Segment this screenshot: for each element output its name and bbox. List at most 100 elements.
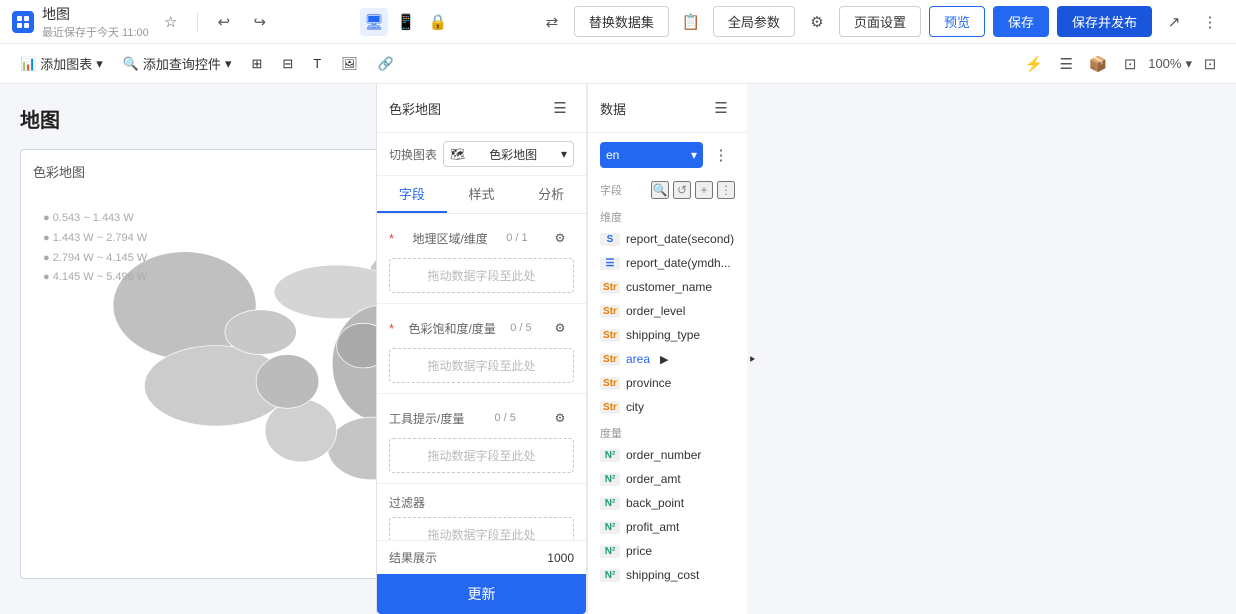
- tooltip-settings-button[interactable]: ⚙: [546, 404, 574, 432]
- dimension-field-3[interactable]: Str order_level: [588, 299, 747, 323]
- dimension-field-4[interactable]: Strshipping_type: [588, 323, 747, 347]
- top-bar-right: ⇄ 替换数据集 📋 全局参数 ⚙ 页面设置 预览 保存 保存并发布 ↗ ⋮: [538, 6, 1224, 37]
- page-settings-button[interactable]: 页面设置: [839, 6, 921, 37]
- redo-button[interactable]: ↪: [246, 8, 274, 36]
- field-name: order_level: [626, 304, 685, 318]
- config-more-button[interactable]: ☰: [546, 94, 574, 122]
- field-type-badge: Str: [600, 377, 620, 390]
- data-button[interactable]: 📦: [1084, 50, 1112, 78]
- dimension-field-1[interactable]: ☰ report_date(ymdh...: [588, 251, 747, 275]
- data-source-row: en ▾ ⋮: [588, 133, 747, 177]
- data-panel: 数据 ☰ en ▾ ⋮ 字段 🔍 ↺ + ⋮ 维度: [587, 84, 747, 614]
- dimension-field-0[interactable]: Sreport_date(second): [588, 227, 747, 251]
- field-type-badge: Str: [600, 305, 620, 318]
- tooltip-label: 工具提示/度量: [389, 410, 464, 427]
- more-button[interactable]: ⋮: [1196, 8, 1224, 36]
- dimension-field-7[interactable]: Strcity: [588, 395, 747, 419]
- fields-label: 字段: [600, 182, 622, 198]
- measure-field-4[interactable]: N²price: [588, 539, 747, 563]
- global-params-icon[interactable]: 📋: [677, 8, 705, 36]
- color-header: * 色彩饱和度/度量 0 / 5 ⚙: [389, 314, 574, 342]
- star-button[interactable]: ☆: [157, 8, 185, 36]
- tab-analysis[interactable]: 分析: [516, 176, 586, 213]
- save-button[interactable]: 保存: [993, 6, 1049, 37]
- legend-item-1: ● 0.543 ~ 1.443 W: [43, 209, 147, 229]
- search-fields-button[interactable]: 🔍: [651, 181, 669, 199]
- publish-button[interactable]: 保存并发布: [1057, 6, 1152, 37]
- tooltip-count: 0 / 5: [494, 412, 515, 424]
- data-panel-more-button[interactable]: ☰: [707, 94, 735, 122]
- mobile-view-button[interactable]: 📱: [392, 8, 420, 36]
- chevron-zoom: ▾: [1185, 56, 1192, 72]
- grid-button[interactable]: ⊞: [243, 52, 270, 76]
- refresh-fields-button[interactable]: ↺: [673, 181, 691, 199]
- color-drop-zone[interactable]: 拖动数据字段至此处: [389, 348, 574, 383]
- layout-button[interactable]: ⊟: [274, 52, 301, 76]
- add-query-button[interactable]: 🔍 添加查询控件 ▾: [115, 50, 240, 77]
- export-button[interactable]: ↗: [1160, 8, 1188, 36]
- data-source-select[interactable]: en ▾: [600, 142, 703, 168]
- measure-field-5[interactable]: N²shipping_cost: [588, 563, 747, 587]
- replace-data-text-button[interactable]: 替换数据集: [574, 6, 669, 37]
- page-settings-icon[interactable]: ⚙: [803, 8, 831, 36]
- field-name: report_date(ymdh...: [626, 256, 731, 270]
- chart-container[interactable]: 色彩地图: [20, 149, 376, 579]
- global-params-button[interactable]: 全局参数: [713, 6, 795, 37]
- link-button[interactable]: 🔗: [370, 52, 402, 76]
- filter-button[interactable]: ⊡: [1116, 50, 1144, 78]
- text-button[interactable]: T: [305, 52, 329, 75]
- map-legend: ● 0.543 ~ 1.443 W ● 1.443 W ~ 2.794 W ● …: [43, 209, 147, 288]
- geo-label: 地理区域/维度: [412, 230, 487, 247]
- add-chart-label: 添加图表: [40, 54, 92, 73]
- filter-header: 过滤器: [389, 494, 574, 511]
- dimension-field-6[interactable]: Strprovince: [588, 371, 747, 395]
- add-field-button[interactable]: +: [695, 181, 713, 199]
- undo-button[interactable]: ↩: [210, 8, 238, 36]
- lock-button[interactable]: 🔒: [424, 8, 452, 36]
- measure-field-2[interactable]: N²back_point: [588, 491, 747, 515]
- tab-style[interactable]: 样式: [447, 176, 517, 213]
- replace-data-button[interactable]: ⇄: [538, 8, 566, 36]
- page-title-group: 地图 最近保存于今天 11:00: [42, 4, 149, 40]
- measure-field-0[interactable]: N²order_number: [588, 443, 747, 467]
- data-source-more-button[interactable]: ⋮: [707, 141, 735, 169]
- geo-settings-button[interactable]: ⚙: [546, 224, 574, 252]
- filter-label: 过滤器: [389, 494, 425, 511]
- field-type-badge: S: [600, 233, 620, 246]
- dimension-field-2[interactable]: Strcustomer_name: [588, 275, 747, 299]
- update-button[interactable]: 更新: [377, 574, 586, 614]
- chart-icon: 📊: [20, 56, 36, 72]
- image-button[interactable]: 🖼: [333, 52, 366, 76]
- top-bar-left: 地图 最近保存于今天 11:00 ☆ ↩ ↪: [12, 4, 274, 40]
- chevron-icon: ▾: [561, 147, 567, 161]
- chart-type-select[interactable]: 🗺 色彩地图 ▾: [443, 141, 574, 167]
- measure-field-3[interactable]: N²profit_amt: [588, 515, 747, 539]
- field-type-badge: Str: [600, 329, 620, 342]
- color-label: 色彩饱和度/度量: [408, 320, 495, 337]
- add-chart-button[interactable]: 📊 添加图表 ▾: [12, 50, 111, 77]
- measure-field-1[interactable]: N²order_amt: [588, 467, 747, 491]
- fullscreen-button[interactable]: ⊡: [1196, 50, 1224, 78]
- canvas-area: 地图 色彩地图: [0, 84, 376, 614]
- color-section: * 色彩饱和度/度量 0 / 5 ⚙ 拖动数据字段至此处: [377, 304, 586, 394]
- measure-label: 度量: [588, 419, 747, 443]
- field-name: order_amt: [626, 472, 681, 486]
- geo-drop-zone[interactable]: 拖动数据字段至此处: [389, 258, 574, 293]
- cursor-arrow-icon: ▶: [660, 353, 668, 366]
- connect-button[interactable]: ⚡: [1020, 50, 1048, 78]
- data-panel-header: 数据 ☰: [588, 84, 747, 133]
- more-fields-button[interactable]: ⋮: [717, 181, 735, 199]
- preview-button[interactable]: 预览: [929, 6, 985, 37]
- chart-title: 色彩地图: [33, 162, 376, 181]
- dimension-field-5[interactable]: Strarea▶: [588, 347, 747, 371]
- tab-fields[interactable]: 字段: [377, 176, 447, 213]
- measure-fields: N²order_numberN²order_amtN²back_pointN²p…: [588, 443, 747, 587]
- field-name: report_date(second): [626, 232, 734, 246]
- tooltip-drop-zone[interactable]: 拖动数据字段至此处: [389, 438, 574, 473]
- table-button[interactable]: ☰: [1052, 50, 1080, 78]
- color-settings-button[interactable]: ⚙: [546, 314, 574, 342]
- filter-drop-zone[interactable]: 拖动数据字段至此处: [389, 517, 574, 540]
- desktop-view-button[interactable]: 🖥: [360, 8, 388, 36]
- field-type-badge: ☰: [600, 257, 620, 270]
- chart-type-icon: 🗺: [450, 147, 465, 161]
